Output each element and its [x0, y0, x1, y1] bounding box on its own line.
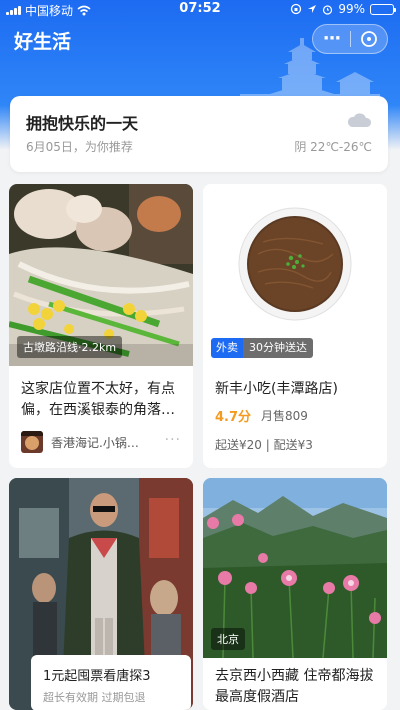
- movie-promo-card[interactable]: 1元起囤票看唐探3 超长有效期 过期包退: [9, 478, 193, 710]
- date-subtitle: 6月05日，为你推荐: [26, 140, 133, 154]
- city-tag: 北京: [211, 628, 245, 650]
- shop-title: 新丰小吃(丰潭路店): [215, 381, 338, 397]
- status-bar: 中国移动 07:52 99%: [0, 0, 400, 18]
- close-circle-icon: [361, 31, 377, 47]
- mini-program-capsule: ···: [312, 24, 388, 54]
- navigation-bar: 好生活 ···: [0, 18, 400, 62]
- shop-avatar: [21, 431, 43, 453]
- alarm-icon: [323, 4, 333, 15]
- shop-name: 香港海记.小锅…: [51, 436, 139, 450]
- promo-caption-box: 1元起囤票看唐探3 超长有效期 过期包退: [31, 655, 191, 710]
- location-icon: [308, 5, 317, 13]
- review-excerpt: 这家店位置不太好，有点偏，在西溪银泰的角落…: [21, 381, 175, 418]
- more-button[interactable]: ···: [313, 25, 350, 53]
- takeout-card[interactable]: 外卖 30分钟送达 新丰小吃(丰潭路店) 4.7分 月售809 起送¥20 | …: [203, 184, 387, 468]
- shop-rating: 4.7分: [215, 410, 252, 425]
- delivery-badge: 外卖 30分钟送达: [211, 338, 313, 358]
- greeting-title: 拥抱快乐的一天: [26, 114, 139, 133]
- page-title: 好生活: [14, 31, 72, 53]
- travel-card[interactable]: 北京 去京西小西藏 住帝都海拔最高度假酒店: [203, 478, 387, 710]
- weather-recommendation-card[interactable]: 拥抱快乐的一天 6月05日，为你推荐 阴 22℃-26℃: [10, 96, 388, 172]
- orientation-lock-icon: [291, 3, 302, 15]
- noodle-bowl-photo: 外卖 30分钟送达: [203, 184, 387, 366]
- takeout-label: 外卖: [211, 338, 243, 358]
- mountain-flowers-photo: 北京: [203, 478, 387, 658]
- weather-forecast: 阴 22℃-26℃: [294, 140, 372, 154]
- battery-percent: 99%: [338, 2, 365, 16]
- promo-title: 1元起囤票看唐探3: [43, 669, 151, 684]
- cloud-icon: [347, 113, 372, 127]
- location-distance-tag: 古墩路沿线·2.2km: [17, 336, 123, 358]
- card-more-button[interactable]: ···: [165, 432, 181, 448]
- promo-subtitle: 超长有效期 过期包退: [43, 691, 146, 704]
- close-button[interactable]: [351, 30, 387, 48]
- review-card[interactable]: 古墩路沿线·2.2km 这家店位置不太好，有点偏，在西溪银泰的角落… 香港海记.…: [9, 184, 193, 468]
- monthly-sales: 月售809: [261, 409, 308, 423]
- food-photo: 古墩路沿线·2.2km: [9, 184, 193, 366]
- delivery-time: 30分钟送达: [243, 338, 313, 358]
- battery-icon: [370, 3, 396, 15]
- delivery-fees: 起送¥20 | 配送¥3: [215, 438, 313, 452]
- travel-title: 去京西小西藏 住帝都海拔最高度假酒店: [215, 668, 374, 705]
